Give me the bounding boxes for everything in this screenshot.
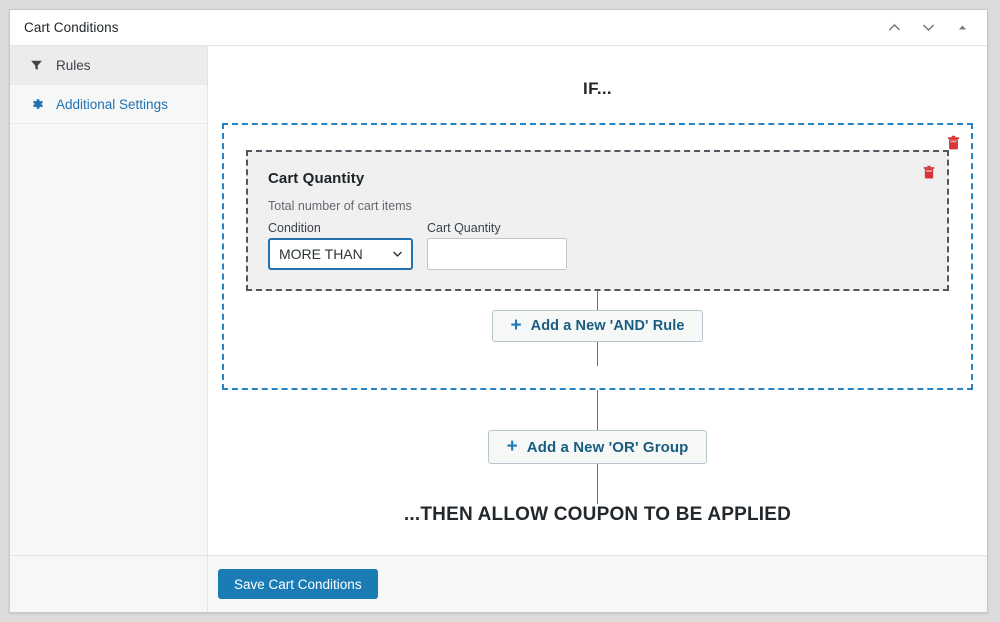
rules-builder: IF... Cart Quantity Total number of cart…: [208, 46, 987, 555]
gear-icon: [28, 96, 45, 113]
panel-header: Cart Conditions: [10, 10, 987, 46]
then-heading: ...THEN ALLOW COUPON TO BE APPLIED: [403, 504, 792, 525]
condition-label: Condition: [268, 221, 321, 235]
rule-description: Total number of cart items: [268, 199, 412, 213]
add-or-group-label: Add a New 'OR' Group: [526, 438, 689, 456]
condition-select[interactable]: MORE THANLESS THANEQUAL TONOT EQUAL TO: [268, 238, 413, 270]
save-cart-conditions-button[interactable]: Save Cart Conditions: [218, 569, 378, 599]
add-or-group-button[interactable]: + Add a New 'OR' Group: [487, 430, 708, 464]
footer-sidebar-spacer: [10, 556, 208, 612]
or-group: Cart Quantity Total number of cart items…: [222, 123, 973, 390]
delete-rule-icon[interactable]: [920, 163, 937, 181]
sidebar-item-label: Rules: [56, 57, 91, 73]
rule-card-cart-quantity: Cart Quantity Total number of cart items…: [246, 150, 949, 291]
quantity-label: Cart Quantity: [427, 221, 501, 235]
footer-actions: Save Cart Conditions: [208, 556, 987, 612]
add-and-rule-button[interactable]: + Add a New 'AND' Rule: [492, 310, 703, 342]
panel-header-controls: [881, 15, 975, 41]
condition-field: Condition MORE THANLESS THANEQUAL TONOT …: [268, 221, 413, 270]
connector-line: [597, 464, 598, 504]
sidebar-item-rules[interactable]: Rules: [10, 46, 207, 85]
move-up-icon[interactable]: [881, 15, 907, 41]
add-or-group-row: + Add a New 'OR' Group: [208, 430, 987, 464]
plus-icon: +: [506, 436, 518, 457]
add-and-rule-label: Add a New 'AND' Rule: [530, 318, 685, 334]
sidebar: Rules Additional Settings: [10, 46, 208, 555]
connector-line: [597, 390, 598, 430]
add-and-rule-row: + Add a New 'AND' Rule: [236, 310, 959, 342]
conditions-flow: Cart Quantity Total number of cart items…: [208, 123, 987, 526]
cart-conditions-panel: Cart Conditions Rules Additional Setting…: [9, 9, 988, 613]
if-heading: IF...: [583, 79, 612, 98]
quantity-field: Cart Quantity: [427, 221, 567, 270]
sidebar-item-label: Additional Settings: [56, 96, 168, 112]
move-down-icon[interactable]: [915, 15, 941, 41]
rule-title: Cart Quantity: [268, 170, 365, 187]
panel-body: Rules Additional Settings IF... Cart Qua…: [10, 46, 987, 555]
collapse-toggle-icon[interactable]: [949, 15, 975, 41]
connector-line: [597, 342, 598, 366]
sidebar-item-additional-settings[interactable]: Additional Settings: [10, 85, 207, 124]
page-title: Cart Conditions: [24, 20, 119, 35]
panel-footer: Save Cart Conditions: [10, 555, 987, 612]
page-background: Cart Conditions Rules Additional Setting…: [0, 0, 1000, 622]
cart-quantity-input[interactable]: [427, 238, 567, 270]
rule-fields: Condition MORE THANLESS THANEQUAL TONOT …: [268, 221, 927, 270]
condition-select-wrapper: MORE THANLESS THANEQUAL TONOT EQUAL TO: [268, 238, 413, 270]
plus-icon: +: [510, 315, 522, 336]
filter-icon: [28, 57, 45, 74]
connector-line: [597, 291, 598, 310]
